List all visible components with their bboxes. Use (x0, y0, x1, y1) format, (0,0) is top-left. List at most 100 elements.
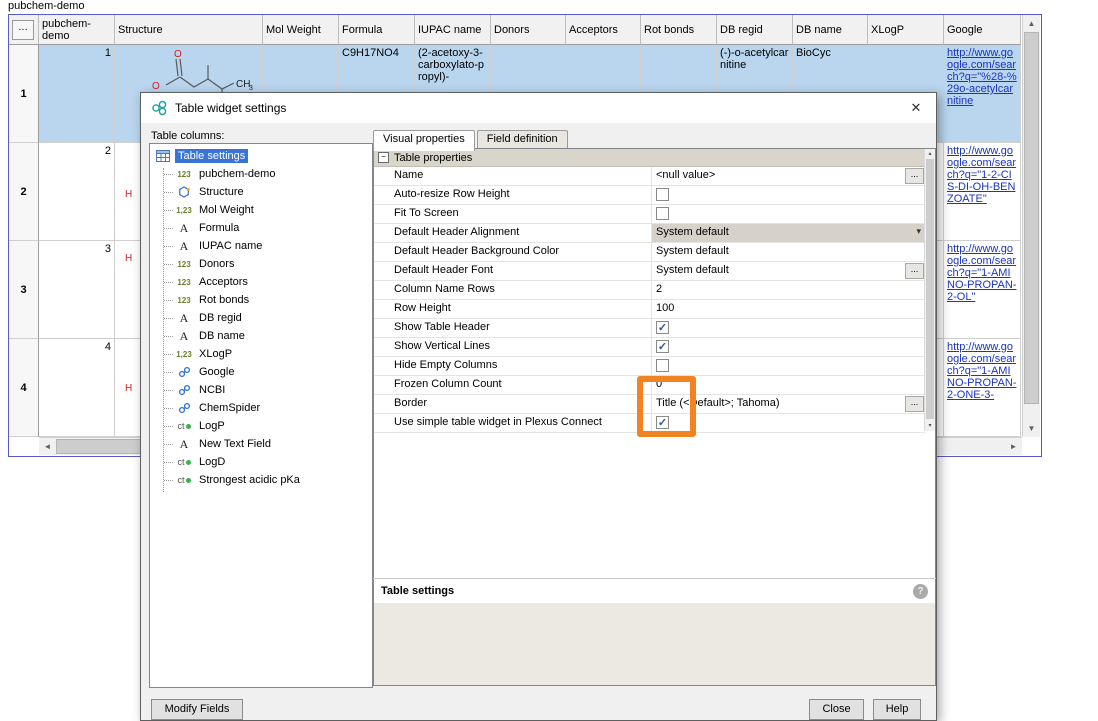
name-value[interactable]: <null value> ... (652, 167, 925, 185)
panel-scrollbar[interactable]: ▴ ▾ (924, 149, 935, 431)
google-link[interactable]: http://www.google.com/search?q="%28-%29o… (947, 47, 1017, 107)
column-header-formula[interactable]: Formula (339, 15, 415, 45)
tree-item-label: IUPAC name (196, 239, 265, 253)
cell-pubchem-demo[interactable]: 2 (39, 143, 115, 241)
panel-scroll-up-icon[interactable]: ▴ (925, 149, 935, 159)
description-area (374, 603, 935, 685)
tree-item-acceptors[interactable]: 123 Acceptors (150, 273, 372, 291)
tree-item-iupac-name[interactable]: A IUPAC name (150, 237, 372, 255)
row-number[interactable]: 3 (9, 241, 39, 339)
column-header-xlogp[interactable]: XLogP (868, 15, 944, 45)
dialog-titlebar[interactable]: Table widget settings ✕ (141, 93, 936, 123)
atom-label: H (125, 189, 132, 200)
tree-item-logd[interactable]: ct LogD (150, 453, 372, 471)
tree-item-ncbi[interactable]: NCBI (150, 381, 372, 399)
fit-to-screen-checkbox[interactable] (656, 207, 669, 220)
header-font-value[interactable]: System default ... (652, 262, 925, 280)
column-name-rows-value[interactable]: 2 (652, 281, 925, 299)
close-button[interactable]: Close (809, 699, 864, 720)
text-field-icon: A (175, 221, 193, 236)
google-link[interactable]: http://www.google.com/search?q="1-AMINO-… (947, 243, 1017, 303)
section-divider (373, 578, 936, 579)
cell-pubchem-demo[interactable]: 1 (39, 45, 115, 143)
integer-field-icon: 123 (175, 170, 193, 179)
scroll-right-icon[interactable]: ► (1005, 438, 1022, 455)
vertical-scrollbar[interactable]: ▲ ▼ (1022, 15, 1040, 437)
tree-item-chemspider[interactable]: ChemSpider (150, 399, 372, 417)
help-icon[interactable]: ? (913, 584, 928, 599)
column-config-button[interactable]: … (12, 20, 34, 40)
column-header-acceptors[interactable]: Acceptors (566, 15, 641, 45)
column-header-donors[interactable]: Donors (491, 15, 566, 45)
tree-item-mol-weight[interactable]: 1,23 Mol Weight (150, 201, 372, 219)
panel-scrollbar-thumb[interactable] (926, 159, 934, 419)
tree-item-label: LogP (196, 419, 228, 433)
column-header-iupac-name[interactable]: IUPAC name (415, 15, 491, 45)
category-table-properties[interactable]: − Table properties (374, 149, 935, 167)
collapse-icon[interactable]: − (378, 152, 389, 163)
header-alignment-dropdown[interactable]: System default ▾ (652, 224, 925, 242)
tree-item-formula[interactable]: A Formula (150, 219, 372, 237)
table-icon (154, 150, 172, 162)
grid-header-row: … pubchem-demo Structure Mol Weight Form… (9, 15, 1041, 45)
tree-item-strongest-acidic-pka[interactable]: ct Strongest acidic pKa (150, 471, 372, 489)
tree-item-label: Table settings (175, 149, 248, 163)
row-number[interactable]: 4 (9, 339, 39, 437)
app-window: pubchem-demo … pubchem-demo Structure Mo… (0, 0, 1098, 721)
tree-item-logp[interactable]: ct LogP (150, 417, 372, 435)
tree-item-table-settings[interactable]: Table settings (150, 147, 372, 165)
column-header-db-regid[interactable]: DB regid (717, 15, 793, 45)
row-number[interactable]: 2 (9, 143, 39, 241)
ellipsis-button[interactable]: ... (905, 168, 924, 184)
ellipsis-button[interactable]: ... (905, 396, 924, 412)
tab-visual-properties[interactable]: Visual properties (373, 130, 475, 151)
panel-scroll-down-icon[interactable]: ▾ (925, 421, 935, 431)
dialog-title: Table widget settings (175, 101, 286, 115)
hide-empty-columns-checkbox[interactable] (656, 359, 669, 372)
ellipsis-button[interactable]: ... (905, 263, 924, 279)
cell-google: http://www.google.com/search?q="1-2-CIS-… (944, 143, 1021, 241)
scroll-up-icon[interactable]: ▲ (1023, 15, 1040, 32)
cell-pubchem-demo[interactable]: 4 (39, 339, 115, 437)
scroll-left-icon[interactable]: ◄ (39, 438, 56, 455)
modify-fields-button[interactable]: Modify Fields (151, 699, 243, 720)
scroll-down-icon[interactable]: ▼ (1023, 420, 1040, 437)
header-bg-color-value[interactable]: System default (652, 243, 925, 261)
row-height-value[interactable]: 100 (652, 300, 925, 318)
tree-item-pubchem-demo[interactable]: 123 pubchem-demo (150, 165, 372, 183)
google-link[interactable]: http://www.google.com/search?q="1-2-CIS-… (947, 145, 1017, 205)
annotation-highlight (637, 376, 696, 437)
tab-field-definition[interactable]: Field definition (477, 130, 568, 149)
row-number[interactable]: 1 (9, 45, 39, 143)
google-link[interactable]: http://www.google.com/search?q="1-AMINO-… (947, 341, 1017, 401)
cell-pubchem-demo[interactable]: 3 (39, 241, 115, 339)
auto-resize-checkbox[interactable] (656, 188, 669, 201)
help-button[interactable]: Help (873, 699, 921, 720)
tree-item-xlogp[interactable]: 1,23 XLogP (150, 345, 372, 363)
tree-item-db-regid[interactable]: A DB regid (150, 309, 372, 327)
tree-item-label: DB regid (196, 311, 245, 325)
structure-field-icon (175, 186, 193, 198)
property-row-default-header-font: Default Header Font System default ... (374, 262, 925, 281)
table-columns-tree: Table settings 123 pubchem-demo Structur… (149, 143, 373, 688)
column-header-mol-weight[interactable]: Mol Weight (263, 15, 339, 45)
tree-item-donors[interactable]: 123 Donors (150, 255, 372, 273)
show-table-header-checkbox[interactable]: ✓ (656, 321, 669, 334)
tree-item-structure[interactable]: Structure (150, 183, 372, 201)
tree-item-label: Acceptors (196, 275, 251, 289)
show-vertical-lines-checkbox[interactable]: ✓ (656, 340, 669, 353)
tree-item-new-text-field[interactable]: A New Text Field (150, 435, 372, 453)
tree-item-google[interactable]: Google (150, 363, 372, 381)
column-header-pubchem-demo[interactable]: pubchem-demo (39, 15, 115, 45)
tree-item-db-name[interactable]: A DB name (150, 327, 372, 345)
vertical-scrollbar-thumb[interactable] (1024, 32, 1039, 404)
close-icon[interactable]: ✕ (906, 100, 926, 116)
column-header-db-name[interactable]: DB name (793, 15, 868, 45)
column-header-google[interactable]: Google (944, 15, 1021, 45)
tree-item-label: Strongest acidic pKa (196, 473, 303, 487)
tree-item-rot-bonds[interactable]: 123 Rot bonds (150, 291, 372, 309)
column-header-structure[interactable]: Structure (115, 15, 263, 45)
column-header-rot-bonds[interactable]: Rot bonds (641, 15, 717, 45)
link-icon (175, 384, 193, 396)
window-title: pubchem-demo (8, 0, 84, 12)
